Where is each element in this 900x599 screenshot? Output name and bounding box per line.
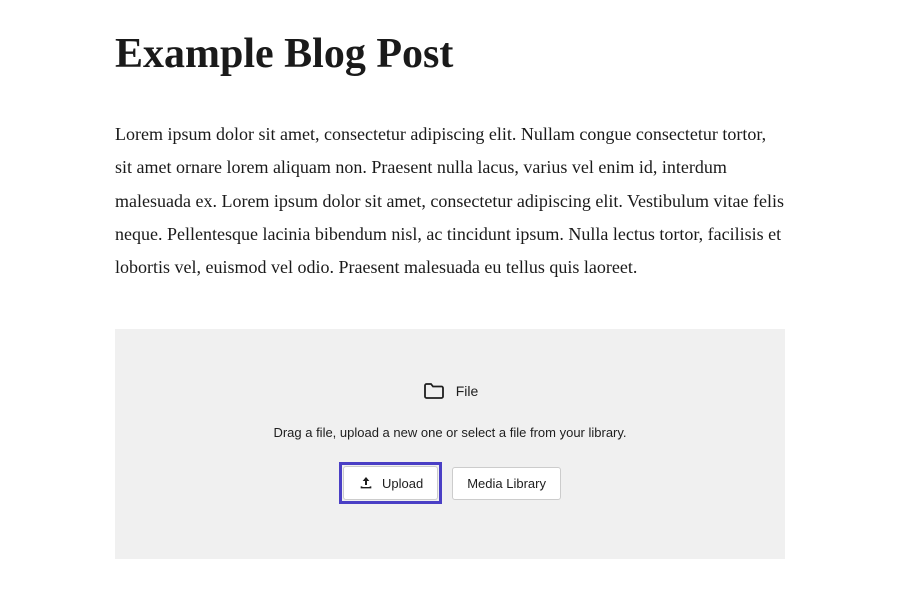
file-block-instructions: Drag a file, upload a new one or select …: [135, 425, 765, 440]
media-library-button-label: Media Library: [467, 476, 546, 491]
file-block-header: File: [135, 379, 765, 403]
post-title[interactable]: Example Blog Post: [115, 30, 785, 78]
upload-button-highlight: Upload: [339, 462, 442, 504]
upload-button-label: Upload: [382, 476, 423, 491]
upload-icon: [358, 475, 374, 491]
editor-content: Example Blog Post Lorem ipsum dolor sit …: [0, 0, 900, 559]
post-body-paragraph[interactable]: Lorem ipsum dolor sit amet, consectetur …: [115, 118, 785, 284]
file-icon: [422, 379, 446, 403]
file-block-label: File: [456, 383, 479, 399]
media-library-button[interactable]: Media Library: [452, 467, 561, 500]
file-block-buttons: Upload Media Library: [135, 462, 765, 504]
file-block-placeholder[interactable]: File Drag a file, upload a new one or se…: [115, 329, 785, 559]
upload-button[interactable]: Upload: [343, 466, 438, 500]
